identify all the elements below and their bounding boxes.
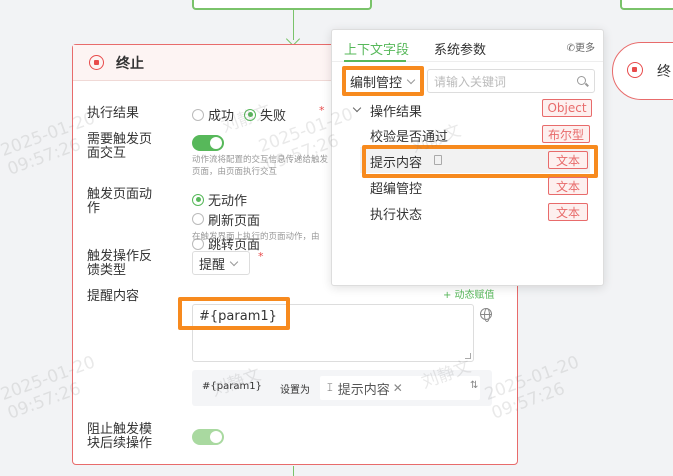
radio-circle-checked[interactable] [192,193,204,206]
close-icon[interactable]: ✕ [393,381,403,395]
connector-line-bottom [293,466,294,476]
chevron-down-icon[interactable] [352,103,362,113]
block-follow-label: 阻止触发模块后续操作 [87,422,153,451]
search-input[interactable]: 请输入关键词 [427,69,595,93]
phone-icon: ✆ [566,43,575,54]
feedback-type-value: 提醒 [199,257,226,273]
upstream-node[interactable] [192,0,372,10]
assign-tag[interactable]: 𝙸 提示内容 ✕ [320,376,480,400]
search-icon [577,76,586,85]
text-type-icon: 𝙸 [326,381,334,394]
field-item[interactable]: 执行状态 [370,204,422,223]
assign-row: #{param1} 设置为 𝙸 提示内容 ✕ ⇅ [192,370,492,406]
assign-tag-label: 提示内容 [337,382,390,398]
stop-icon [627,62,643,78]
radio-success[interactable]: 成功 [192,105,234,124]
radio-success-label: 成功 [208,109,235,124]
radio-circle[interactable] [192,213,204,225]
tab-context-fields[interactable]: 上下文字段 [344,39,409,58]
required-mark: * [258,250,264,263]
upstream-node-right[interactable] [620,0,673,10]
radio-fail-label: 失败 [260,109,287,124]
radio-refresh-label: 刷新页面 [208,213,261,229]
end-node-right[interactable]: 终 [612,42,673,100]
feedback-type-label: 触发操作反馈类型 [87,249,153,278]
resize-grip[interactable] [465,353,471,359]
need-interaction-hint: 动作流将配置的交互信息传递给触发页面，由页面执行交互 [192,155,329,177]
radio-circle[interactable] [192,108,204,121]
stop-icon [89,55,104,70]
swap-icon[interactable]: ⇅ [470,380,478,391]
page-action-label: 触发页面动作 [87,187,153,216]
radio-no-action-label: 无动作 [208,194,248,209]
required-mark: * [319,104,325,117]
radio-circle-checked[interactable] [244,108,257,121]
need-interaction-label: 需要触发页面交互 [87,132,153,161]
more-label: 更多 [575,43,595,54]
highlight-category-box [342,66,424,96]
need-interaction-toggle[interactable] [192,135,224,151]
type-tag: 文本 [548,177,588,195]
exec-result-label: 执行结果 [87,106,140,121]
radio-no-action[interactable]: 无动作 [192,190,247,209]
popup-tabs: 上下文字段 系统参数 ✆更多 [332,30,603,62]
message-label: 提醒内容 [87,289,140,304]
radio-refresh[interactable]: 刷新页面 [192,210,260,229]
globe-icon[interactable] [480,308,492,322]
exec-result-radios: 成功 失败 [192,105,296,124]
active-tab-indicator [344,60,406,62]
panel-title: 终止 [116,55,144,72]
page-action-hint: 在触发界面上执行的页面动作，由 [192,232,320,242]
field-item[interactable]: 校验是否通过 [370,126,448,145]
feedback-type-select[interactable]: 提醒 [192,251,250,275]
type-tag: 布尔型 [542,125,590,143]
field-item[interactable]: 超编管控 [370,178,422,197]
page-action-radios: 无动作 刷新页面 跳转页面 [192,190,332,254]
type-tag: 文本 [548,203,588,221]
block-follow-toggle[interactable] [192,429,224,445]
more-button[interactable]: ✆更多 [567,39,595,54]
tree-parent-label[interactable]: 操作结果 [370,101,422,120]
field-picker-popup: 上下文字段 系统参数 ✆更多 编制管控 请输入关键词 操作结果 Object 校… [331,29,604,286]
chevron-down-icon [229,257,239,266]
type-tag-object: Object [542,99,592,117]
tab-system-params[interactable]: 系统参数 [434,39,486,58]
highlight-field-row [362,145,598,178]
radio-fail[interactable]: 失败 [244,105,286,124]
message-value: #{param1} [199,309,277,324]
assign-set-as: 设置为 [280,385,310,396]
end-node-label: 终 [657,64,671,80]
dynamic-assign-link[interactable]: + 动态赋值 [443,286,495,301]
search-placeholder: 请输入关键词 [434,74,507,89]
assign-param: #{param1} [202,381,262,392]
